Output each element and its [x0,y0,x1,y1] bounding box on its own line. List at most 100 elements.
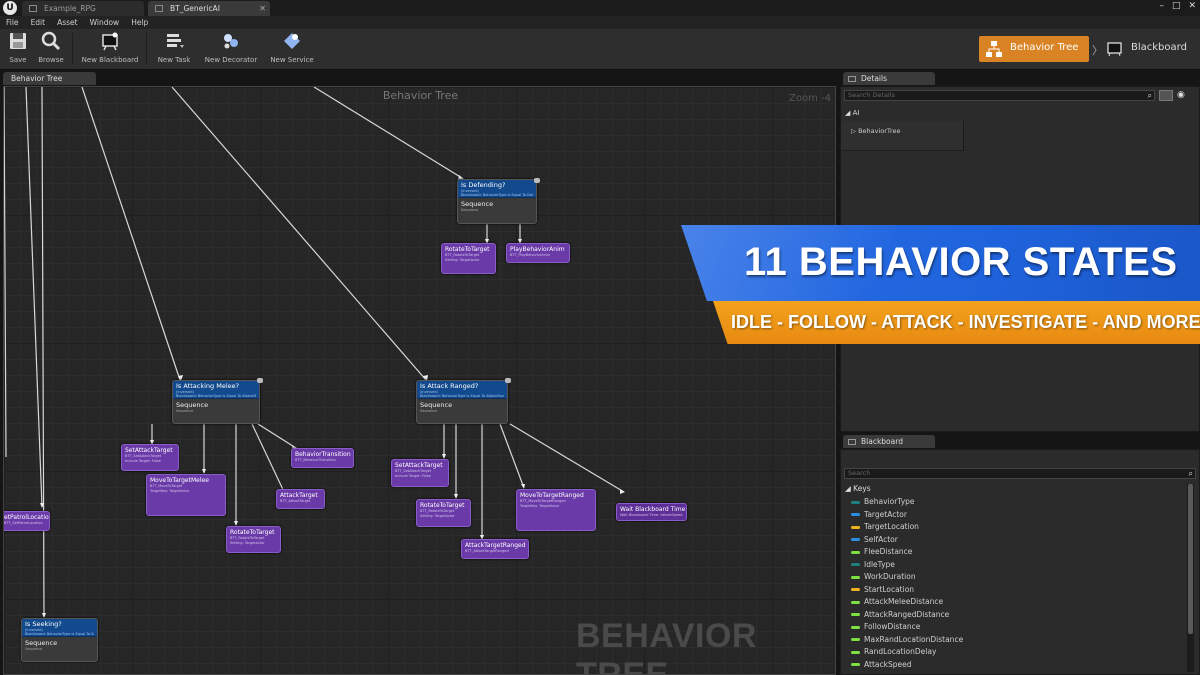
unreal-logo-icon[interactable]: U [3,1,17,15]
task-name: AttackTargetRanged [465,542,526,549]
browse-button[interactable]: Browse [36,31,66,68]
node-is-attack-ranged[interactable]: Is Attack Ranged? (Inversed) Blackboard:… [416,380,508,424]
scrollbar-thumb[interactable] [1188,484,1193,634]
blackboard-key[interactable]: StartLocation [851,585,914,594]
node-pin[interactable] [505,378,511,383]
blackboard-key[interactable]: AttackRangedDistance [851,610,949,619]
blackboard-key[interactable]: MaxRandLocationDistance [851,635,963,644]
node-rotate-to-target[interactable]: RotateToTarget BTT_RotateToTarget Settin… [416,499,471,527]
category-ai[interactable]: ◢ AI [845,109,859,117]
property-matrix-icon[interactable] [1159,90,1173,101]
blackboard-key[interactable]: BehaviorType [851,497,915,506]
close-button[interactable]: ✕ [1188,1,1196,11]
tab-label: Example_RPG [44,4,96,13]
blackboard-key[interactable]: FleeDistance [851,547,912,556]
behavior-tree-graph[interactable]: Behavior Tree Zoom -4 Is Defending? (Inv… [3,86,836,675]
new-blackboard-button[interactable]: New Blackboard [80,31,140,68]
minimize-button[interactable]: – [1159,1,1164,11]
node-is-seeking[interactable]: Is Seeking? (Inversed) Blackboard: Behav… [21,618,98,662]
tab-example-rpg[interactable]: Example_RPG [22,1,144,16]
node-move-to-target-melee[interactable]: MoveToTargetMelee BTT_MoveToTarget Targe… [146,474,226,516]
decorator-is-defending[interactable]: Is Defending? (Inversed) Blackboard: Beh… [458,180,536,198]
node-pin[interactable] [534,178,540,183]
node-pin[interactable] [257,378,263,383]
title-bar: U Example_RPG BT_GenericAI ✕ – □ ✕ [0,0,1200,16]
promo-subtitle: IDLE - FOLLOW - ATTACK - INVESTIGATE - A… [731,312,1200,332]
mode-behavior-tree-button[interactable]: Behavior Tree [979,36,1089,62]
decorator-desc: Blackboard: BehaviorType is Equal To Def… [461,193,533,197]
task-name: RotateToTarget [230,529,275,536]
service-icon [284,33,300,49]
node-set-patrol-location[interactable]: etPatrolLocation BTT_SetPatrolLocation [4,511,50,531]
decorator-name: Is Seeking? [25,620,62,628]
blackboard-key[interactable]: IdleType [851,560,895,569]
blackboard-key[interactable]: SelfActor [851,535,898,544]
blackboard-key[interactable]: WorkDuration [851,572,916,581]
node-wait-blackboard-time[interactable]: Wait Blackboard Time Wait Blackboard Tim… [616,503,687,521]
blackboard-search-input[interactable]: Search ⌕ [844,468,1196,479]
new-decorator-button[interactable]: New Decorator [203,31,259,68]
node-move-to-target-ranged[interactable]: MoveToTargetRanged BTT_MoveToTargetRange… [516,489,596,531]
tab-bt-genericai[interactable]: BT_GenericAI ✕ [148,1,270,16]
node-rotate-to-target[interactable]: RotateToTarget BTT_RotateToTarget Settin… [441,243,496,274]
zoom-level: Zoom -4 [789,93,831,104]
key-type-icon [851,550,860,554]
node-set-attack-target[interactable]: SetAttackTarget BTT_SetAttackTarget Incl… [121,444,179,471]
blackboard-key[interactable]: TargetLocation [851,522,919,531]
node-attack-target-ranged[interactable]: AttackTargetRanged BTT_AttackTargetRange… [461,539,529,559]
close-icon[interactable]: ✕ [259,1,266,16]
property-behavior-tree[interactable]: ▷ BehaviorTree [851,127,900,135]
blackboard-key[interactable]: AttackSpeed [851,660,911,669]
menu-asset[interactable]: Asset [57,16,78,29]
new-service-button[interactable]: New Service [268,31,316,68]
menu-edit[interactable]: Edit [31,16,46,29]
node-set-attack-target[interactable]: SetAttackTarget BTT_SetAttackTarget Incl… [391,459,449,487]
task-desc: Setting: TargetActor [445,258,480,262]
tab-behavior-tree-graph[interactable]: Behavior Tree [3,72,96,85]
task-desc: Setting: TargetActor [230,541,265,545]
blackboard-key[interactable]: RandLocationDelay [851,647,936,656]
toolbar-divider [72,33,73,65]
mode-blackboard-button[interactable]: Blackboard [1104,36,1198,62]
task-desc: BTT_AttackTargetRanged [465,549,509,553]
node-is-attacking-melee[interactable]: Is Attacking Melee? (Inversed) Blackboar… [172,380,260,424]
node-attack-target[interactable]: AttackTarget BTT_AttackTarget [276,489,325,509]
node-rotate-to-target[interactable]: RotateToTarget BTT_RotateToTarget Settin… [226,526,281,553]
task-desc: Include Target: False [125,459,161,463]
mode-blackboard-label: Blackboard [1131,42,1187,53]
composite-desc: Sequence [176,409,194,413]
menu-window[interactable]: Window [90,16,120,29]
composite-name: Sequence [25,639,58,647]
blackboard-icon [102,32,118,51]
node-play-behavior-anim[interactable]: PlayBehaviorAnim BTT_PlayBehaviorAnim [506,243,570,263]
decorator-is-attack-ranged[interactable]: Is Attack Ranged? (Inversed) Blackboard:… [417,381,507,399]
maximize-button[interactable]: □ [1172,1,1181,11]
eye-icon[interactable]: ◉ [1177,90,1185,100]
menu-file[interactable]: File [6,16,19,29]
tab-details[interactable]: Details [843,72,935,85]
tab-blackboard[interactable]: Blackboard [843,435,935,448]
decorator-is-seeking[interactable]: Is Seeking? (Inversed) Blackboard: Behav… [22,619,97,637]
blackboard-key[interactable]: FollowDistance [851,622,920,631]
behavior-tree-icon [986,41,1002,57]
blackboard-key[interactable]: AttackMeleeDistance [851,597,943,606]
key-type-icon [851,538,860,541]
menu-help[interactable]: Help [131,16,148,29]
browse-label: Browse [38,56,64,64]
decorator-name: Is Attack Ranged? [420,382,479,390]
details-search-input[interactable]: Search Details ⌕ [844,90,1155,101]
decorator-is-attacking-melee[interactable]: Is Attacking Melee? (Inversed) Blackboar… [173,381,259,399]
keys-header[interactable]: ◢ Keys [845,484,871,493]
keys-scrollbar[interactable] [1187,484,1194,672]
blackboard-key[interactable]: TargetActor [851,510,907,519]
key-type-icon [851,625,860,629]
graph-title: Behavior Tree [382,89,459,102]
blackboard-panel: Search ⌕ ◢ Keys BehaviorType TargetActor T… [840,449,1200,675]
composite-desc: Sequence [420,409,438,413]
node-is-defending[interactable]: Is Defending? (Inversed) Blackboard: Beh… [457,179,537,224]
new-task-button[interactable]: New Task [154,31,194,68]
save-button[interactable]: Save [6,31,30,68]
node-behavior-transition[interactable]: BehaviorTransition BTT_BehaviorTransitio… [291,448,354,468]
column-divider[interactable] [963,121,964,151]
new-task-label: New Task [157,56,191,64]
